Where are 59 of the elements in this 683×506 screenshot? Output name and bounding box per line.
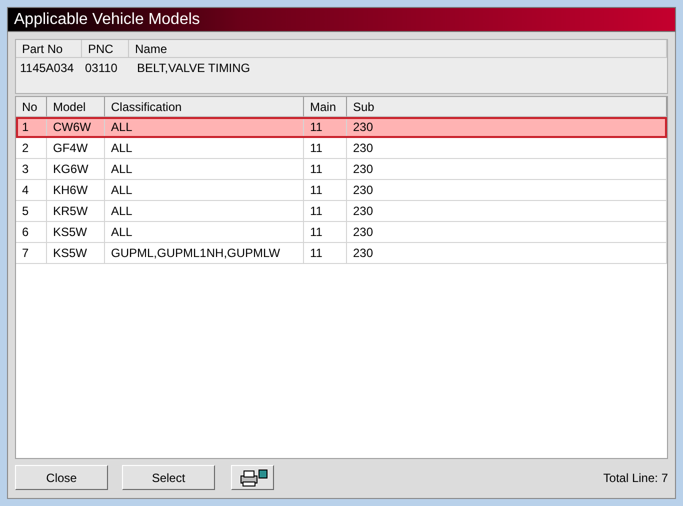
table-cell: 11 (304, 159, 347, 179)
table-cell: KH6W (47, 180, 105, 200)
table-cell: 230 (347, 243, 667, 263)
table-cell: 230 (347, 117, 667, 137)
column-header: Name (129, 40, 667, 58)
table-cell: 5 (16, 201, 47, 221)
total-line-label: Total Line: 7 (603, 470, 668, 484)
table-cell: 6 (16, 222, 47, 242)
window-title: Applicable Vehicle Models (7, 7, 676, 32)
table-cell: GF4W (47, 138, 105, 158)
table-row[interactable]: 4 KH6W ALL 11 230 (16, 180, 667, 201)
table-cell: ALL (105, 180, 304, 200)
table-cell: 11 (304, 201, 347, 221)
table-cell: 11 (304, 180, 347, 200)
table-row[interactable]: 6 KS5W ALL 11 230 (16, 222, 667, 243)
table-cell: CW6W (47, 117, 105, 137)
select-button[interactable]: Select (122, 465, 215, 490)
table-cell: 230 (347, 138, 667, 158)
table-cell: ALL (105, 117, 304, 137)
column-header[interactable]: No (16, 97, 47, 117)
table-cell: KS5W (47, 222, 105, 242)
table-row[interactable]: 3 KG6W ALL 11 230 (16, 159, 667, 180)
table-cell: KS5W (47, 243, 105, 263)
table-cell: 230 (347, 180, 667, 200)
table-row[interactable]: 7 KS5W GUPML,GUPML1NH,GUPMLW 11 230 (16, 243, 667, 264)
table-cell: 11 (304, 243, 347, 263)
table-row[interactable]: 1 CW6W ALL 11 230 (16, 117, 667, 138)
column-header: PNC (82, 40, 129, 58)
table-cell: 1 (16, 117, 47, 137)
table-cell: 11 (304, 222, 347, 242)
table-cell: ALL (105, 201, 304, 221)
column-header[interactable]: Model (47, 97, 105, 117)
table-cell: 7 (16, 243, 47, 263)
column-header[interactable]: Main (304, 97, 347, 117)
column-header[interactable]: Sub (347, 97, 667, 117)
table-cell: KR5W (47, 201, 105, 221)
printer-icon (238, 468, 268, 486)
part-value: BELT,VALVE TIMING (136, 61, 252, 75)
table-cell: 3 (16, 159, 47, 179)
table-cell: 4 (16, 180, 47, 200)
table-cell: 11 (304, 138, 347, 158)
column-header: Part No (16, 40, 82, 58)
part-value: 03110 (84, 61, 118, 75)
print-button[interactable] (231, 465, 274, 490)
table-cell: 2 (16, 138, 47, 158)
table-cell: ALL (105, 138, 304, 158)
table-cell: ALL (105, 159, 304, 179)
table-cell: 230 (347, 222, 667, 242)
table-cell: GUPML,GUPML1NH,GUPMLW (105, 243, 304, 263)
table-cell: 230 (347, 159, 667, 179)
table-cell: 11 (304, 117, 347, 137)
close-button[interactable]: Close (15, 465, 108, 490)
part-value: 1145A034 (19, 61, 75, 75)
table-cell: 230 (347, 201, 667, 221)
table-row[interactable]: 5 KR5W ALL 11 230 (16, 201, 667, 222)
table-cell: KG6W (47, 159, 105, 179)
table-row[interactable]: 2 GF4W ALL 11 230 (16, 138, 667, 159)
table-cell: ALL (105, 222, 304, 242)
column-header[interactable]: Classification (105, 97, 304, 117)
